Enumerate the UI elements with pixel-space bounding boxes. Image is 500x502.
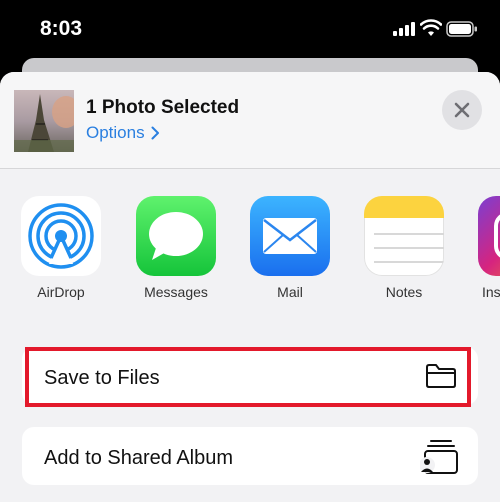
options-label: Options (86, 123, 145, 142)
wifi-icon (420, 19, 442, 36)
airdrop-icon (21, 196, 101, 276)
status-time: 8:03 (40, 17, 83, 40)
close-button[interactable] (442, 90, 482, 130)
app-airdrop[interactable]: AirDrop (15, 196, 107, 300)
share-apps-row: AirDrop Messages Mail Notes Ins (0, 196, 500, 308)
share-sheet: 1 Photo Selected Options AirDrop Message… (0, 72, 500, 502)
share-sheet-header: 1 Photo Selected Options (0, 72, 500, 169)
options-link[interactable]: Options (86, 123, 160, 143)
app-instagram[interactable]: Ins (472, 196, 500, 300)
photo-thumbnail (14, 90, 74, 152)
battery-icon (446, 21, 477, 37)
action-label: Add to Shared Album (44, 447, 234, 469)
folder-icon (426, 364, 456, 388)
messages-icon (136, 196, 216, 276)
app-label: Notes (385, 284, 423, 300)
app-label: Ins (482, 284, 500, 300)
chevron-right-icon (151, 126, 159, 140)
close-icon (454, 102, 470, 118)
instagram-icon (478, 196, 500, 276)
app-mail[interactable]: Mail (244, 196, 336, 300)
notes-icon (364, 196, 444, 276)
action-label: Save to Files (44, 367, 160, 389)
shared-album-icon (420, 440, 458, 474)
status-bar: 8:03 (0, 0, 500, 62)
app-label: AirDrop (37, 284, 85, 300)
share-sheet-title: 1 Photo Selected (86, 97, 240, 118)
cellular-signal-icon (393, 22, 415, 36)
app-label: Messages (144, 284, 208, 300)
save-to-files-button[interactable]: Save to Files (22, 347, 478, 405)
app-label: Mail (277, 284, 303, 300)
app-messages[interactable]: Messages (130, 196, 222, 300)
add-to-shared-album-button[interactable]: Add to Shared Album (22, 427, 478, 485)
mail-icon (250, 196, 330, 276)
app-notes[interactable]: Notes (358, 196, 450, 300)
